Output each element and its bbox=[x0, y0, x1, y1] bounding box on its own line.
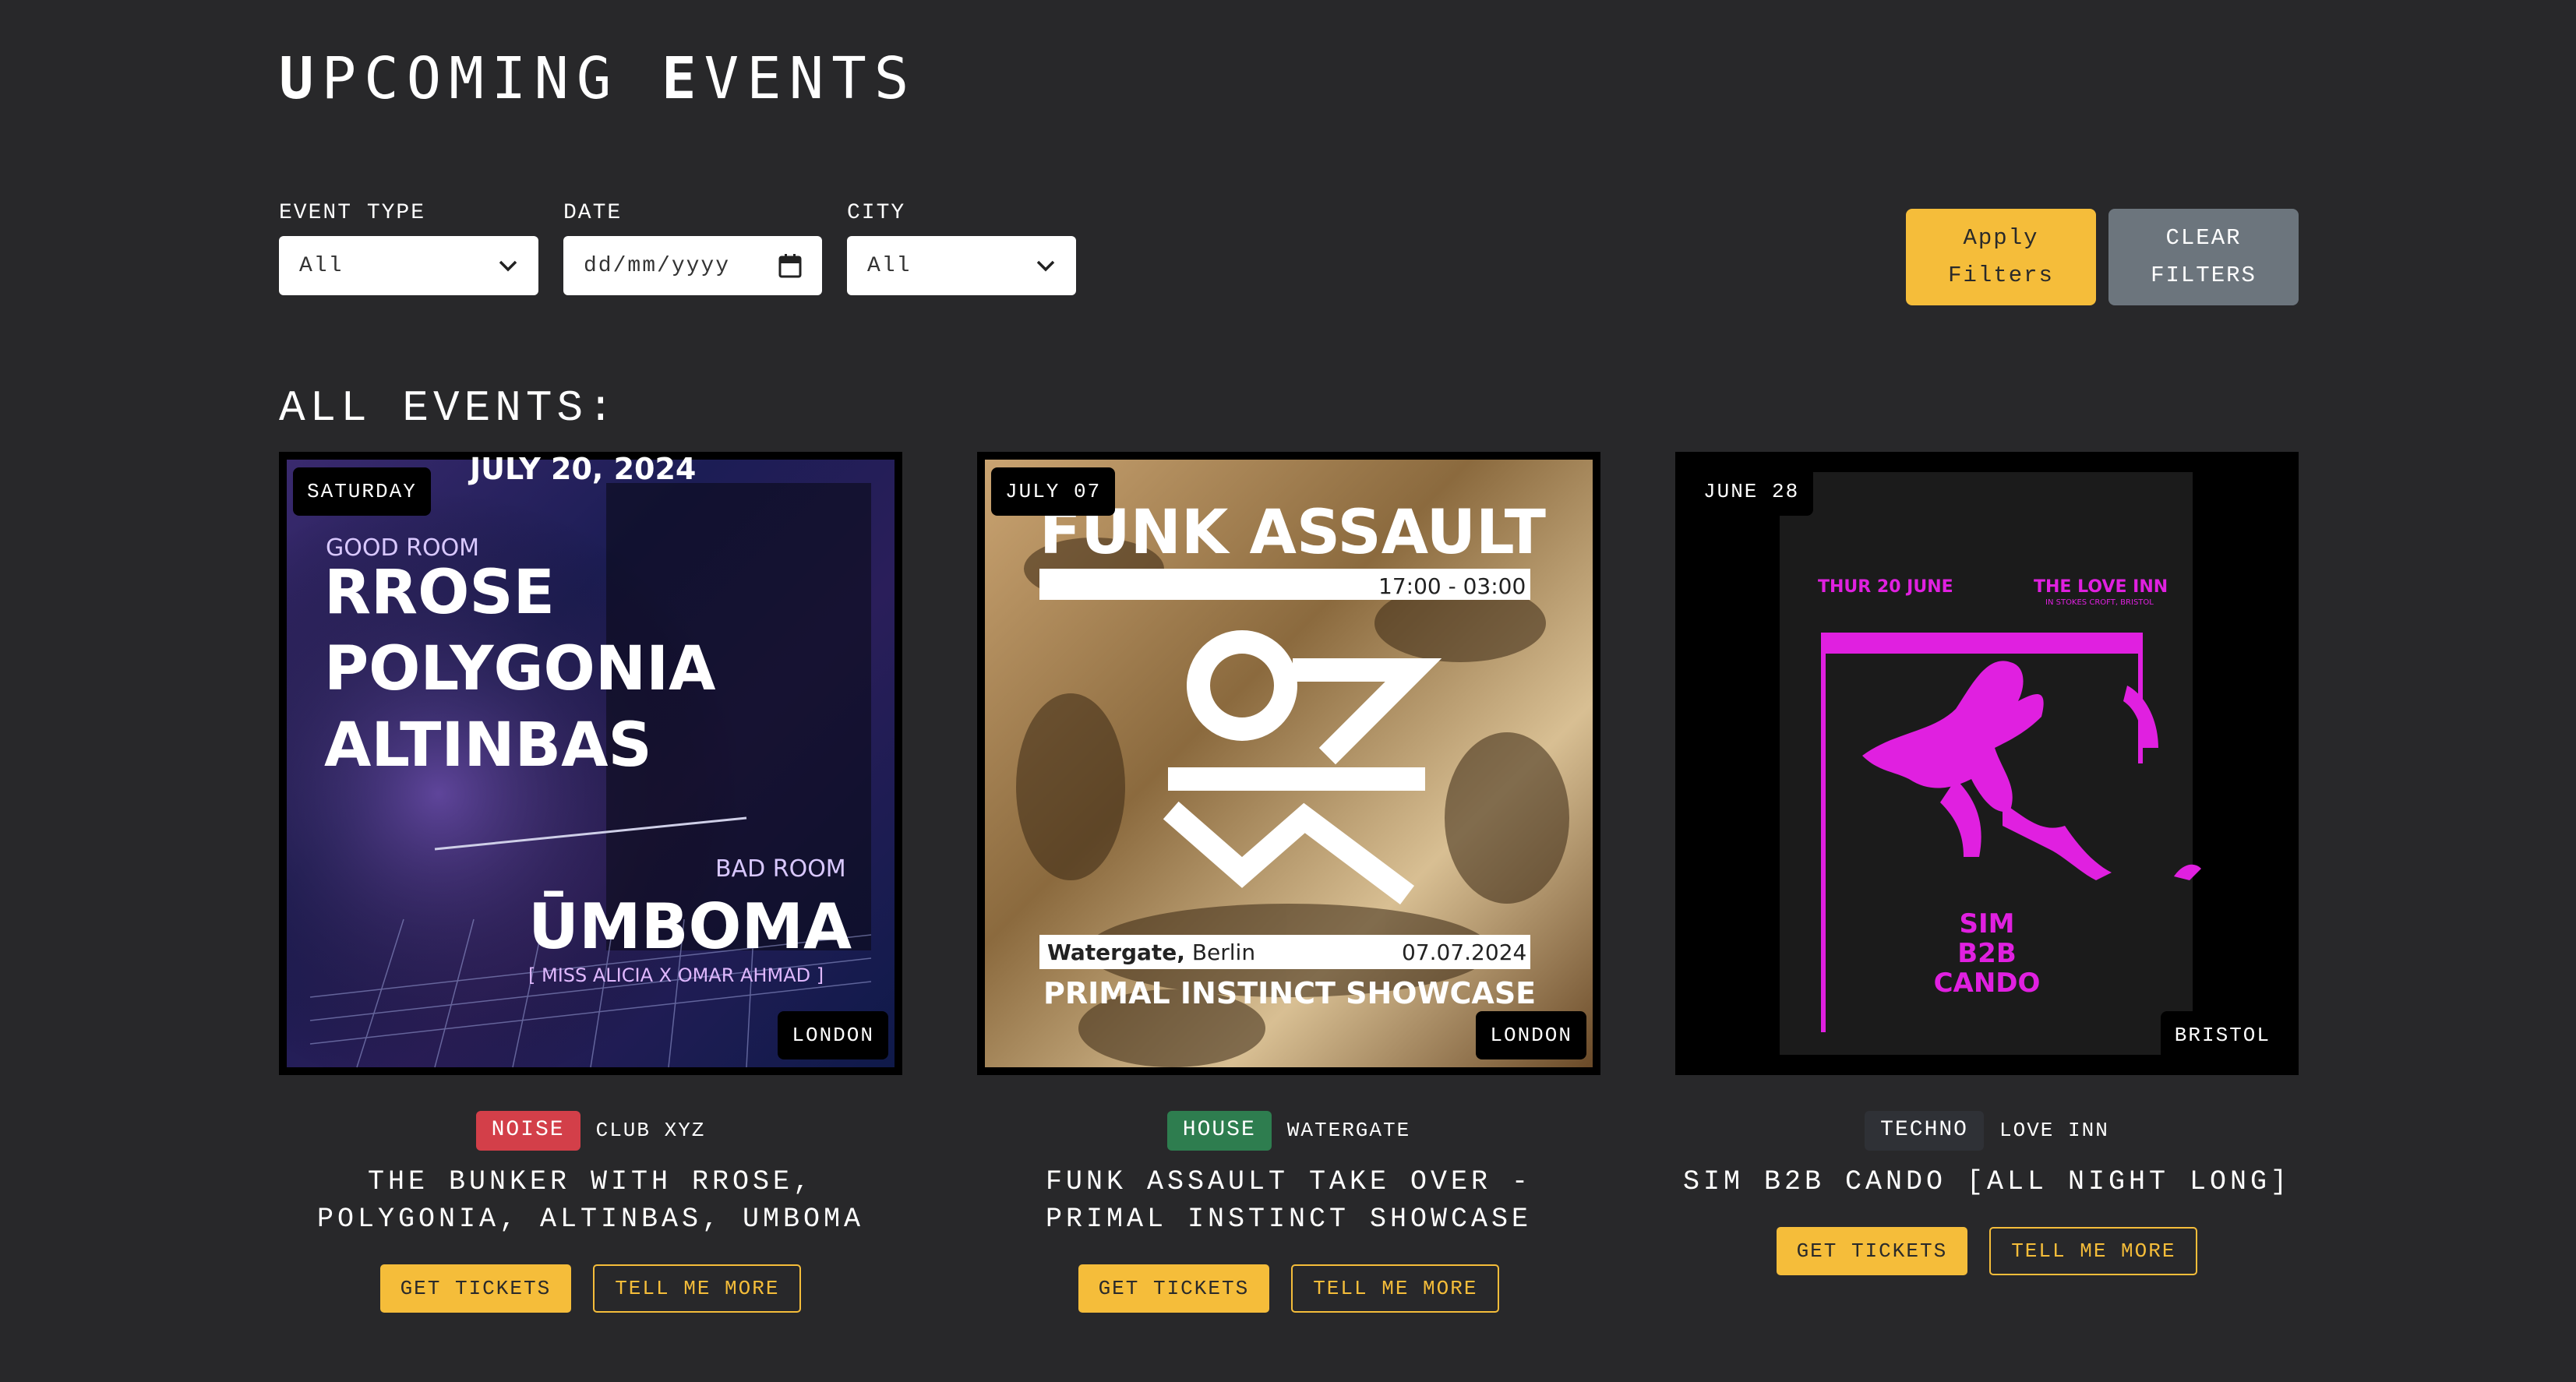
poster-date: 07.07.2024 bbox=[1402, 940, 1526, 965]
tell-me-more-button[interactable]: TELL ME MORE bbox=[1989, 1226, 2198, 1275]
poster-room2: BAD ROOM bbox=[715, 855, 846, 883]
city-filter: CITY All bbox=[847, 201, 1076, 295]
day-badge: SATURDAY bbox=[293, 467, 431, 516]
poster-showcase: PRIMAL INSTINCT SHOWCASE bbox=[1043, 976, 1536, 1010]
poster-image: JULY 20, 2024 GOOD ROOM RROSE POLYGONIA … bbox=[287, 452, 895, 1068]
event-type-filter: EVENT TYPE All bbox=[279, 201, 538, 295]
city-value: All bbox=[867, 253, 912, 278]
event-title: FUNK ASSAULT TAKE OVER - PRIMAL INSTINCT… bbox=[1045, 1165, 1533, 1235]
poster-headliner: ŪMBOMA bbox=[528, 890, 852, 963]
day-badge: JULY 07 bbox=[991, 467, 1116, 516]
event-title: SIM B2B CANDO [ALL NIGHT LONG] bbox=[1682, 1165, 2292, 1197]
page-title: UPCOMING EVENTS bbox=[279, 45, 917, 112]
event-type-value: All bbox=[299, 253, 344, 278]
poster-line2: B2B bbox=[1957, 938, 2017, 969]
venue-label: LOVE INN bbox=[1999, 1119, 2109, 1143]
day-badge: JUNE 28 bbox=[1689, 467, 1814, 516]
genre-badge: TECHNO bbox=[1865, 1111, 1984, 1151]
genre-badge: HOUSE bbox=[1166, 1111, 1272, 1151]
poster-line3: ALTINBAS bbox=[324, 710, 652, 781]
chevron-down-icon bbox=[1036, 260, 1055, 272]
event-card: FUNK ASSAULT 17:00 - 03:00 Watergate, Be… bbox=[977, 452, 1600, 1313]
get-tickets-button[interactable]: GET TICKETS bbox=[1078, 1264, 1270, 1313]
venue-label: WATERGATE bbox=[1286, 1119, 1411, 1143]
poster-date: THUR 20 JUNE bbox=[1818, 577, 1953, 597]
date-label: DATE bbox=[563, 201, 623, 225]
event-type-label: EVENT TYPE bbox=[279, 201, 426, 225]
event-title: THE BUNKER WITH RROSE, POLYGONIA, ALTINB… bbox=[316, 1165, 865, 1235]
event-meta: TECHNO LOVE INN bbox=[1675, 1111, 2299, 1151]
poster-venue: THE LOVE INN bbox=[2034, 577, 2168, 597]
calendar-icon[interactable] bbox=[778, 253, 802, 278]
tell-me-more-button[interactable]: TELL ME MORE bbox=[1291, 1264, 1500, 1313]
event-meta: NOISE CLUB XYZ bbox=[279, 1111, 902, 1151]
poster-support: [ MISS ALICIA X OMAR AHMAD ] bbox=[528, 964, 824, 986]
tell-me-more-button[interactable]: TELL ME MORE bbox=[593, 1264, 802, 1313]
poster-time: 17:00 - 03:00 bbox=[1378, 573, 1526, 599]
poster-venue-sub: IN STOKES CROFT, BRISTOL bbox=[2045, 598, 2154, 607]
city-badge: LONDON bbox=[778, 1011, 888, 1059]
poster-line1: SIM bbox=[1960, 908, 2015, 940]
event-meta: HOUSE WATERGATE bbox=[977, 1111, 1600, 1151]
event-card: THUR 20 JUNE THE LOVE INN IN STOKES CROF… bbox=[1675, 452, 2299, 1275]
event-actions: GET TICKETS TELL ME MORE bbox=[977, 1264, 1600, 1313]
date-input[interactable]: dd/mm/yyyy bbox=[563, 236, 822, 295]
event-type-select[interactable]: All bbox=[279, 236, 538, 295]
clear-filters-button[interactable]: CLEAR FILTERS bbox=[2108, 209, 2299, 305]
filter-bar: EVENT TYPE All DATE dd/mm/yyyy CITY All bbox=[279, 201, 1076, 295]
date-placeholder: dd/mm/yyyy bbox=[584, 253, 731, 278]
event-card: JULY 20, 2024 GOOD ROOM RROSE POLYGONIA … bbox=[279, 452, 902, 1313]
poster-headline: FUNK ASSAULT bbox=[1039, 498, 1546, 568]
poster-line2: POLYGONIA bbox=[324, 634, 716, 704]
city-badge: LONDON bbox=[1476, 1011, 1586, 1059]
date-filter: DATE dd/mm/yyyy bbox=[563, 201, 822, 295]
event-actions: GET TICKETS TELL ME MORE bbox=[279, 1264, 902, 1313]
city-label: CITY bbox=[847, 201, 906, 225]
section-heading: ALL EVENTS: bbox=[279, 383, 619, 433]
event-actions: GET TICKETS TELL ME MORE bbox=[1675, 1226, 2299, 1275]
get-tickets-button[interactable]: GET TICKETS bbox=[1776, 1226, 1968, 1275]
event-poster[interactable]: THUR 20 JUNE THE LOVE INN IN STOKES CROF… bbox=[1675, 452, 2299, 1075]
apply-filters-button[interactable]: Apply Filters bbox=[1906, 209, 2096, 305]
poster-image: THUR 20 JUNE THE LOVE INN IN STOKES CROF… bbox=[1675, 452, 2299, 1075]
poster-line3: CANDO bbox=[1934, 968, 2041, 999]
poster-image: FUNK ASSAULT 17:00 - 03:00 Watergate, Be… bbox=[985, 460, 1593, 1067]
event-poster[interactable]: JULY 20, 2024 GOOD ROOM RROSE POLYGONIA … bbox=[279, 452, 902, 1075]
poster-line1: RROSE bbox=[324, 558, 555, 628]
poster-venue: Watergate, Berlin bbox=[1047, 940, 1255, 965]
genre-badge: NOISE bbox=[475, 1111, 580, 1151]
poster-date: JULY 20, 2024 bbox=[468, 452, 696, 486]
venue-label: CLUB XYZ bbox=[595, 1119, 706, 1143]
city-badge: BRISTOL bbox=[2160, 1011, 2285, 1059]
event-poster[interactable]: FUNK ASSAULT 17:00 - 03:00 Watergate, Be… bbox=[977, 452, 1600, 1075]
city-select[interactable]: All bbox=[847, 236, 1076, 295]
chevron-down-icon bbox=[499, 260, 517, 272]
get-tickets-button[interactable]: GET TICKETS bbox=[379, 1264, 572, 1313]
